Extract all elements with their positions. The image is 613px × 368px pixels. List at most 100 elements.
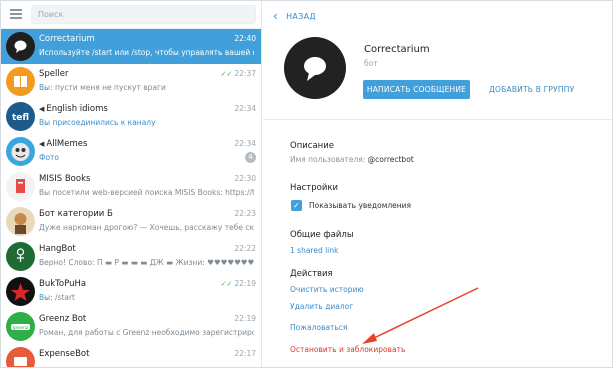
report-link[interactable]: Пожаловаться xyxy=(290,323,347,332)
speech-bubble-icon xyxy=(304,57,326,81)
greenz-logo-icon: greenz xyxy=(11,324,30,331)
chat-item-misis-books[interactable]: MISIS Books 22:30 Вы посетили web-версие… xyxy=(1,169,261,204)
chat-item-hangbot[interactable]: HangBot 22:22 Верно! Слово: П ▬ Р ▬ ▬ ▬ … xyxy=(1,239,261,274)
chat-time: 22:40 xyxy=(234,34,256,43)
chat-avatar xyxy=(6,67,35,96)
chat-item-correctarium[interactable]: Correctarium 22:40 Используйте /start ил… xyxy=(1,29,261,64)
chat-preview-highlight: Фото xyxy=(39,153,60,162)
back-button[interactable]: ‹ НАЗАД xyxy=(273,9,316,23)
description-heading: Описание xyxy=(290,141,334,151)
chat-avatar: greenz xyxy=(6,312,35,341)
chat-preview-author: Вы: xyxy=(39,83,55,92)
chat-title: Speller xyxy=(39,69,69,79)
cartoon-character-icon xyxy=(14,213,27,234)
chat-item-buktopuha[interactable]: BukToPuHa ✓✓ 22:19 Вы: /start xyxy=(1,274,261,309)
megaphone-icon: ◀ xyxy=(39,140,45,148)
search-input[interactable] xyxy=(32,6,255,23)
chat-title: ◀ AllMemes xyxy=(39,139,87,149)
profile-avatar xyxy=(284,37,346,99)
chat-preview: Дуже наркоман дрогою? — Хочешь, расскажу… xyxy=(39,223,254,232)
chat-title: MISIS Books xyxy=(39,174,91,184)
chat-title-text: English idioms xyxy=(46,104,108,114)
star-logo-icon xyxy=(11,283,30,301)
hangman-icon xyxy=(16,248,25,262)
chat-preview: Вы: /start xyxy=(39,293,254,302)
delete-dialog-link[interactable]: Удалить диалог xyxy=(290,302,353,311)
chevron-left-icon: ‹ xyxy=(273,9,279,23)
chat-title: ◀ English idioms xyxy=(39,104,108,114)
chat-item-allmemes[interactable]: ◀ AllMemes 22:34 Фото 4 xyxy=(1,134,261,169)
read-check-icon: ✓✓ xyxy=(220,70,233,78)
chat-preview-text: /start xyxy=(54,293,75,302)
unread-badge: 4 xyxy=(245,152,256,163)
chat-item-bot-category-b[interactable]: Бот категории Б 22:23 Дуже наркоман дрог… xyxy=(1,204,261,239)
hamburger-menu-icon[interactable] xyxy=(10,9,22,19)
chat-preview: Вы: пусти меня не пускут враги xyxy=(39,83,254,92)
chat-time: ✓✓ 22:37 xyxy=(221,69,256,78)
chat-list-topbar xyxy=(1,1,261,29)
write-message-button[interactable]: НАПИСАТЬ СООБЩЕНИЕ xyxy=(363,80,470,99)
add-to-group-button[interactable]: ДОБАВИТЬ В ГРУППУ xyxy=(489,80,574,99)
chat-preview: Фото xyxy=(39,153,254,162)
book-icon xyxy=(14,76,27,87)
chat-title: ExpenseBot xyxy=(39,349,90,359)
megaphone-icon: ◀ xyxy=(39,105,45,113)
notifications-checkbox[interactable]: ✓ xyxy=(291,200,302,211)
username-label: Имя пользователя: xyxy=(290,155,368,164)
chat-avatar xyxy=(6,277,35,306)
profile-subtitle: бот xyxy=(364,59,378,68)
chat-preview-text: пусти меня не пускут враги xyxy=(54,83,166,92)
chat-title: Correctarium xyxy=(39,34,95,44)
chat-preview-highlight: Вы присоединились к каналу xyxy=(39,118,156,127)
tefl-logo-icon: tefl xyxy=(6,102,35,131)
chat-time-value: 22:19 xyxy=(234,279,256,288)
chat-time: 22:30 xyxy=(234,174,256,183)
chat-preview: Вы присоединились к каналу xyxy=(39,118,254,127)
chat-time: 22:17 xyxy=(234,349,256,358)
chat-title: Greenz Bot xyxy=(39,314,87,324)
read-check-icon: ✓✓ xyxy=(220,280,233,288)
chat-item-expensebot[interactable]: ExpenseBot 22:17 xyxy=(1,344,261,367)
wallet-icon xyxy=(14,357,27,366)
chat-time: 22:34 xyxy=(234,104,256,113)
profile-panel: ‹ НАЗАД Correctarium бот НАПИСАТЬ СООБЩЕ… xyxy=(263,1,612,367)
chat-avatar xyxy=(6,347,35,367)
chat-avatar: tefl xyxy=(6,102,35,131)
chat-title-text: AllMemes xyxy=(46,139,88,149)
profile-header: Correctarium бот НАПИСАТЬ СООБЩЕНИЕ ДОБА… xyxy=(263,29,612,120)
chat-title: Бот категории Б xyxy=(39,209,113,219)
chat-preview: Верно! Слово: П ▬ Р ▬ ▬ ▬ ДЖ ▬ Жизни: ♥♥… xyxy=(39,258,254,267)
chat-time: 22:23 xyxy=(234,209,256,218)
chat-time-value: 22:37 xyxy=(234,69,256,78)
username-row: Имя пользователя: @correctbot xyxy=(290,155,414,164)
svg-text:tefl: tefl xyxy=(12,113,29,123)
chat-item-speller[interactable]: Speller ✓✓ 22:37 Вы: пусти меня не пускут… xyxy=(1,64,261,99)
clear-history-link[interactable]: Очистить историю xyxy=(290,285,364,294)
chat-item-greenz-bot[interactable]: greenz Greenz Bot 22:19 Роман, для работ… xyxy=(1,309,261,344)
chat-preview: Роман, для работы с Greenz необходимо за… xyxy=(39,328,254,337)
speech-bubble-icon xyxy=(14,40,27,53)
chat-time: 22:34 xyxy=(234,139,256,148)
chat-time: 22:19 xyxy=(234,314,256,323)
chat-avatar xyxy=(6,172,35,201)
chat-avatar xyxy=(6,32,35,61)
chat-preview-author: Вы: xyxy=(39,293,55,302)
chat-time: ✓✓ 22:19 xyxy=(221,279,256,288)
chat-preview: Вы посетили web-версией поиска MISIS Boo… xyxy=(39,188,254,197)
actions-heading: Действия xyxy=(290,269,333,279)
stop-and-block-link[interactable]: Остановить и заблокировать xyxy=(290,345,405,354)
shared-link-link[interactable]: 1 shared link xyxy=(290,246,338,255)
chat-avatar xyxy=(6,137,35,166)
username-value: @correctbot xyxy=(367,155,414,164)
search-box[interactable] xyxy=(31,5,256,24)
chat-title: BukToPuHa xyxy=(39,279,87,289)
svg-text:greenz: greenz xyxy=(13,325,29,331)
chat-item-english-idioms[interactable]: tefl ◀ English idioms 22:34 Вы присоедини… xyxy=(1,99,261,134)
shared-files-heading: Общие файлы xyxy=(290,230,354,240)
meme-face-icon xyxy=(11,143,30,161)
red-book-icon xyxy=(16,179,25,193)
chat-avatar xyxy=(6,207,35,236)
profile-name: Correctarium xyxy=(364,44,430,55)
chat-title: HangBot xyxy=(39,244,76,254)
chat-avatar xyxy=(6,242,35,271)
